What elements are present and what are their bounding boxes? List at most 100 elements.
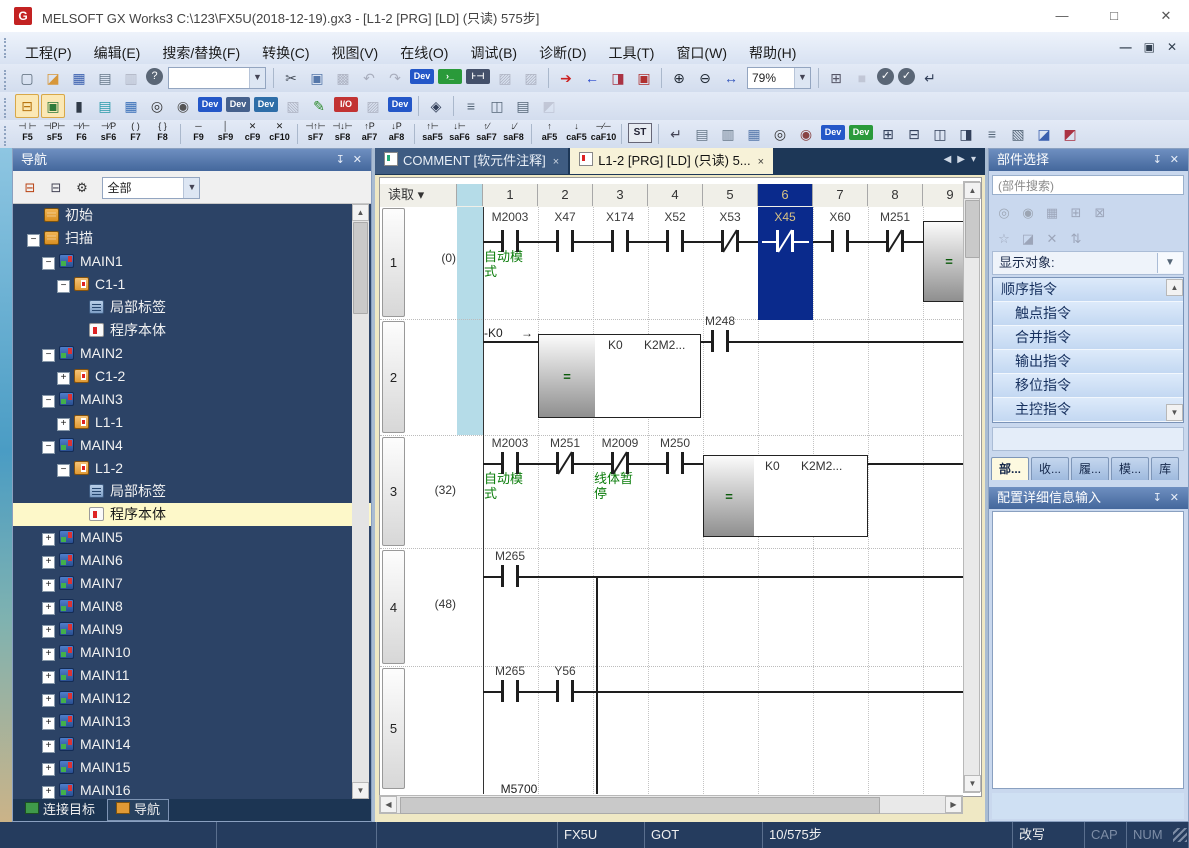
document-tab-2[interactable]: L1-2 [PRG] [LD] (只读) 5...× xyxy=(570,148,773,174)
expand-icon[interactable]: + xyxy=(42,740,55,753)
ladder-vertical-scrollbar[interactable]: ▲ ▼ xyxy=(963,181,980,793)
ladder-key-sF5[interactable]: ⊣P⊢sF5 xyxy=(41,121,68,145)
scroll-up-icon[interactable]: ▲ xyxy=(1166,279,1183,296)
align-statement-button[interactable]: ≡ xyxy=(980,122,1004,146)
expand-icon[interactable]: + xyxy=(57,372,70,385)
instruction-category-移位指令[interactable]: 移位指令 xyxy=(993,374,1183,398)
element-selection-button[interactable]: ▦ xyxy=(119,94,143,118)
ladder-key-saF5[interactable]: ↑⊢saF5 xyxy=(419,121,446,145)
close-icon[interactable]: ✕ xyxy=(1166,492,1183,504)
parts-delete-label-button[interactable]: ⊠ xyxy=(1088,201,1112,225)
ladder-column-4[interactable]: 4 xyxy=(648,184,703,206)
copy-button[interactable]: ▣ xyxy=(305,66,329,90)
rung-number[interactable]: 3 xyxy=(382,437,405,546)
io-check-button[interactable]: I/O xyxy=(334,97,358,112)
zoom-out-button[interactable]: ⊖ xyxy=(693,66,717,90)
rung-number[interactable]: 2 xyxy=(382,321,405,433)
contact-M251[interactable] xyxy=(868,211,923,271)
ladder-key-F8[interactable]: { }F8 xyxy=(149,121,176,145)
close-icon[interactable]: ✕ xyxy=(1166,154,1183,166)
scroll-up-icon[interactable]: ▲ xyxy=(964,182,981,199)
parts-list-button[interactable]: ▦ xyxy=(1040,201,1064,225)
tree-item-MAIN3[interactable]: −MAIN3 xyxy=(13,388,371,411)
tree-item-C1-1[interactable]: −C1-1 xyxy=(13,273,371,296)
parts-tab-3[interactable]: 履... xyxy=(1071,457,1109,480)
favorites-button[interactable]: ☆ xyxy=(992,227,1016,251)
display-content-button[interactable]: ▤ xyxy=(511,94,535,118)
contact-M2003[interactable] xyxy=(483,211,538,271)
tree-item-MAIN16[interactable]: +MAIN16 xyxy=(13,779,371,799)
toolbar-grip[interactable] xyxy=(4,70,11,90)
contact-X53[interactable] xyxy=(703,211,758,271)
insert-column-button[interactable]: ◫ xyxy=(928,122,952,146)
collapse-icon[interactable]: − xyxy=(42,441,55,454)
change-track-write-button[interactable]: ◩ xyxy=(1058,122,1082,146)
ladder-column-2[interactable]: 2 xyxy=(538,184,593,206)
rung-copy-button[interactable]: ▦ xyxy=(742,122,766,146)
config-detail-body[interactable] xyxy=(992,511,1184,789)
expand-icon[interactable]: + xyxy=(42,533,55,546)
collapse-icon[interactable]: − xyxy=(57,280,70,293)
instruction-category-主控指令[interactable]: 主控指令 xyxy=(993,398,1183,422)
tree-item-MAIN10[interactable]: +MAIN10 xyxy=(13,641,371,664)
tree-item-MAIN13[interactable]: +MAIN13 xyxy=(13,710,371,733)
contact-X52[interactable] xyxy=(648,211,703,271)
nav-filter-combobox[interactable]: 全部▼ xyxy=(102,177,200,199)
navigation-window-button[interactable]: ⊟ xyxy=(15,94,39,118)
expand-icon[interactable]: + xyxy=(42,694,55,707)
contact-Y56[interactable] xyxy=(538,661,593,721)
tab-close-icon[interactable]: × xyxy=(553,156,559,168)
device-assignment-button[interactable]: Dev xyxy=(254,97,278,112)
instruction-category-合并指令[interactable]: 合并指令 xyxy=(993,326,1183,350)
tree-item-MAIN7[interactable]: +MAIN7 xyxy=(13,572,371,595)
ladder-column-6[interactable]: 6 xyxy=(758,184,813,206)
tree-scrollbar[interactable]: ▲ ▼ xyxy=(352,204,369,799)
statement-display-button[interactable]: ▨ xyxy=(493,66,517,90)
mdi-close-icon[interactable]: ✕ xyxy=(1161,40,1183,54)
toolbar-grip[interactable] xyxy=(4,126,11,146)
tree-item-程序本体[interactable]: 程序本体 xyxy=(13,319,371,342)
statement-list-button[interactable]: ≡ xyxy=(459,94,483,118)
options-button[interactable]: ■ xyxy=(850,66,874,90)
tree-item-MAIN4[interactable]: −MAIN4 xyxy=(13,434,371,457)
docking-layout-button[interactable]: ⊞ xyxy=(824,66,848,90)
parts-tab-2[interactable]: 收... xyxy=(1031,457,1069,480)
tree-item-程序本体[interactable]: 程序本体 xyxy=(13,503,371,526)
contact-X60[interactable] xyxy=(813,211,868,271)
expand-icon[interactable]: + xyxy=(42,763,55,776)
tree-item-局部标签[interactable]: 局部标签 xyxy=(13,296,371,319)
device-display-button[interactable]: Dev xyxy=(388,97,412,112)
scroll-left-icon[interactable]: ◀ xyxy=(380,796,397,813)
close-button[interactable]: ✕ xyxy=(1143,0,1189,31)
tree-item-MAIN15[interactable]: +MAIN15 xyxy=(13,756,371,779)
comment-display-button[interactable]: ▧ xyxy=(1006,122,1030,146)
profile-button[interactable]: ◩ xyxy=(537,94,561,118)
wrap-line-button[interactable]: ↵ xyxy=(664,122,688,146)
tree-item-MAIN1[interactable]: −MAIN1 xyxy=(13,250,371,273)
tree-item-MAIN9[interactable]: +MAIN9 xyxy=(13,618,371,641)
parts-find-next-button[interactable]: ◉ xyxy=(1016,201,1040,225)
tab-list-dropdown-icon[interactable]: ▾ xyxy=(968,154,979,165)
tree-item-初始[interactable]: 初始 xyxy=(13,204,371,227)
scroll-up-icon[interactable]: ▲ xyxy=(352,204,369,221)
note-edit-button[interactable]: ▥ xyxy=(716,122,740,146)
expand-icon[interactable]: + xyxy=(57,418,70,431)
parts-find-prev-button[interactable]: ◎ xyxy=(992,201,1016,225)
close-icon[interactable]: ✕ xyxy=(349,154,366,166)
ladder-key-F6[interactable]: ⊣∕⊢F6 xyxy=(68,121,95,145)
parts-tab-5[interactable]: 库 xyxy=(1151,457,1179,480)
change-track-button[interactable]: ◪ xyxy=(1032,122,1056,146)
tree-item-MAIN8[interactable]: +MAIN8 xyxy=(13,595,371,618)
device-search-button[interactable]: ◈ xyxy=(424,94,448,118)
contact-X47[interactable] xyxy=(538,211,593,271)
ladder-column-7[interactable]: 7 xyxy=(813,184,868,206)
print-preview-button[interactable]: ▥ xyxy=(119,66,143,90)
maximize-button[interactable]: □ xyxy=(1091,0,1137,31)
function-block[interactable]: = xyxy=(703,455,868,537)
label-edit-button[interactable]: ✎ xyxy=(307,94,331,118)
contact-M248[interactable] xyxy=(693,311,748,371)
tab-scroll-left-icon[interactable]: ◀ xyxy=(941,154,955,165)
find-replace-button[interactable]: ◉ xyxy=(171,94,195,118)
expand-icon[interactable]: + xyxy=(42,602,55,615)
convert-return-button[interactable]: ↵ xyxy=(918,66,942,90)
